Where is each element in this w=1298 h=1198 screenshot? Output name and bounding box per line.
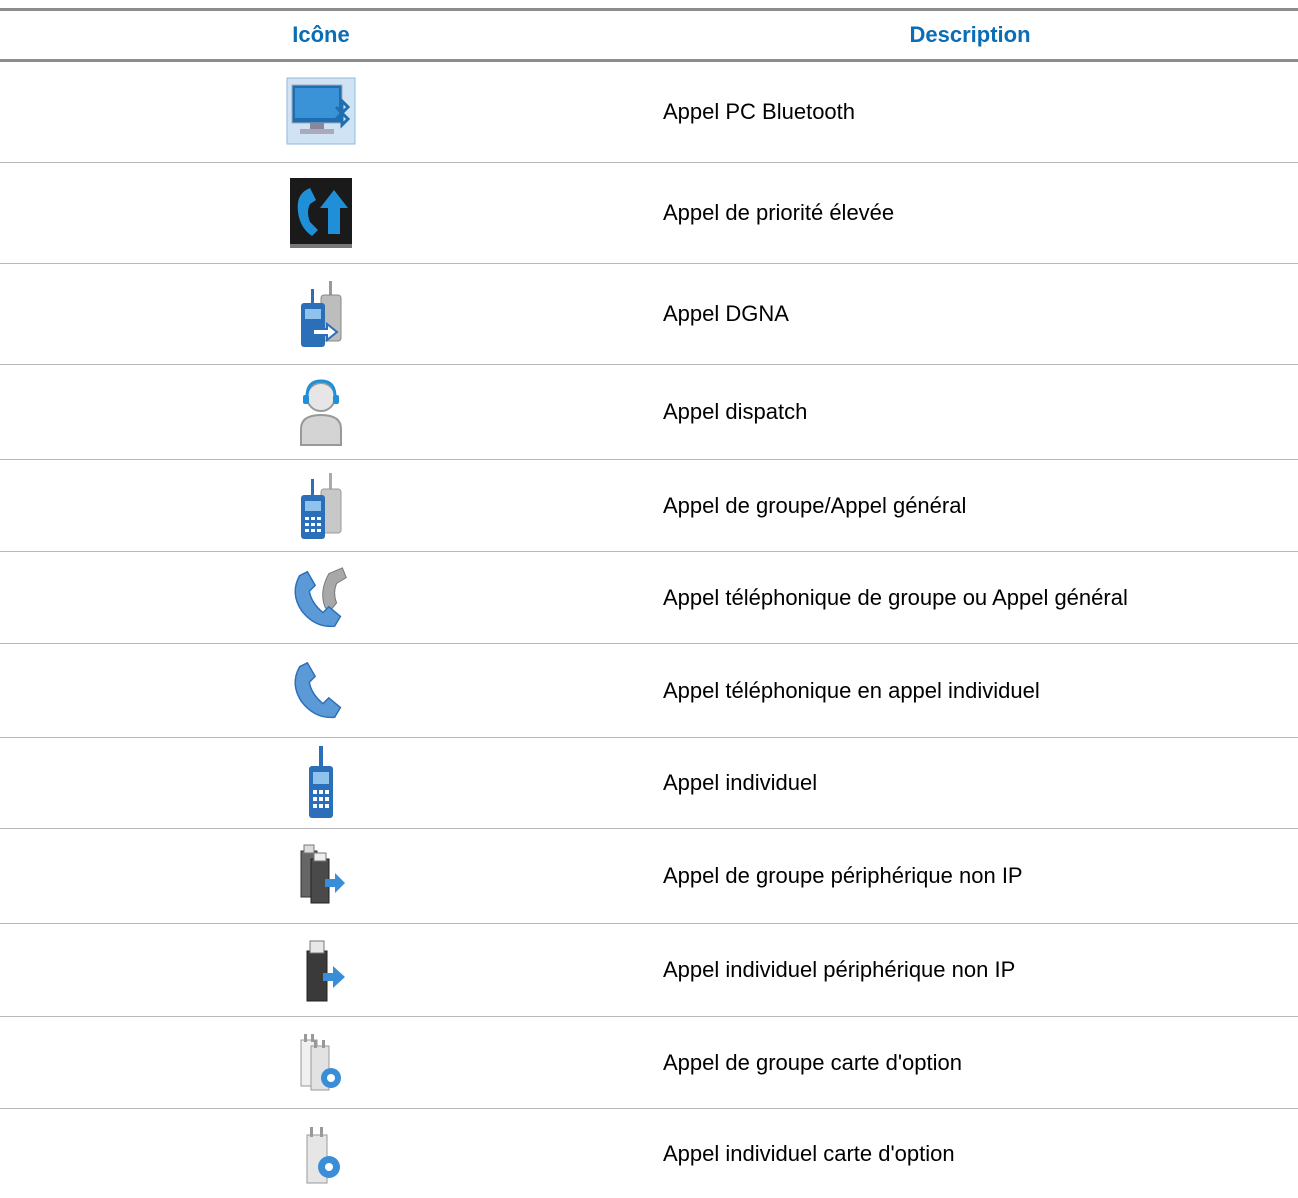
- table-row: Appel de groupe/Appel général: [0, 460, 1298, 552]
- row-description: Appel individuel: [663, 770, 818, 795]
- dispatch-call-icon: [286, 372, 356, 452]
- option-board-group-call-icon: [286, 1023, 356, 1103]
- header-icon-column: Icône: [292, 22, 350, 47]
- table-row: Appel individuel carte d'option: [0, 1109, 1298, 1198]
- table-row: Appel de groupe périphérique non IP: [0, 829, 1298, 924]
- row-description: Appel de groupe périphérique non IP: [663, 863, 1023, 888]
- row-description: Appel individuel périphérique non IP: [663, 957, 1016, 982]
- table-row: Appel téléphonique de groupe ou Appel gé…: [0, 552, 1298, 644]
- table-row: Appel de priorité élevée: [0, 163, 1298, 264]
- row-description: Appel de priorité élevée: [663, 200, 895, 225]
- row-description: Appel PC Bluetooth: [663, 99, 856, 124]
- table-row: Appel téléphonique en appel individuel: [0, 644, 1298, 738]
- dgna-call-icon: [286, 274, 356, 354]
- table-row: Appel dispatch: [0, 365, 1298, 460]
- row-description: Appel téléphonique en appel individuel: [663, 677, 1040, 703]
- table-row: Appel de groupe carte d'option: [0, 1017, 1298, 1109]
- non-ip-peripheral-private-call-icon: [286, 930, 356, 1010]
- table-row: Appel PC Bluetooth: [0, 62, 1298, 163]
- private-call-icon: [286, 743, 356, 823]
- high-priority-call-icon: [286, 173, 356, 253]
- row-description: Appel DGNA: [663, 301, 789, 326]
- table-header-row: Icône Description: [0, 11, 1298, 59]
- table-row: Appel individuel: [0, 738, 1298, 829]
- header-description-column: Description: [909, 22, 1031, 47]
- group-phone-call-icon: [286, 558, 356, 638]
- row-description: Appel de groupe carte d'option: [663, 1049, 962, 1075]
- row-description: Appel dispatch: [663, 399, 808, 424]
- row-description: Appel téléphonique de groupe ou Appel gé…: [663, 584, 1128, 610]
- private-phone-call-icon: [286, 651, 356, 731]
- option-board-private-call-icon: [286, 1114, 356, 1194]
- icon-table: Icône Description Appel PC Bluetooth App…: [0, 8, 1298, 1198]
- group-call-icon: [286, 466, 356, 546]
- non-ip-peripheral-group-call-icon: [286, 836, 356, 916]
- bluetooth-pc-icon: [286, 72, 356, 152]
- row-description: Appel individuel carte d'option: [663, 1140, 955, 1166]
- row-description: Appel de groupe/Appel général: [663, 492, 967, 518]
- table-row: Appel individuel périphérique non IP: [0, 924, 1298, 1017]
- table-row: Appel DGNA: [0, 264, 1298, 365]
